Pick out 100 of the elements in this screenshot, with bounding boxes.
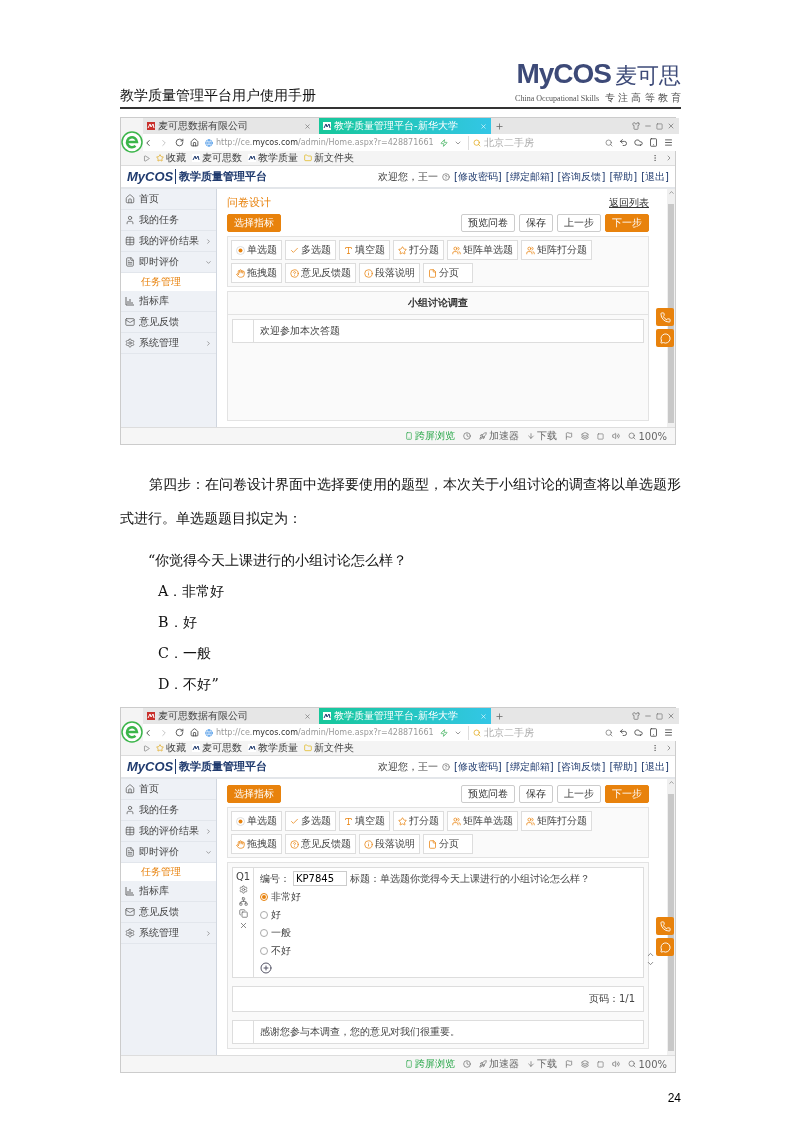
chat-button[interactable] bbox=[656, 329, 674, 347]
close-icon[interactable] bbox=[666, 712, 675, 720]
question-type-button[interactable]: 多选题 bbox=[285, 240, 336, 260]
sidebar-item[interactable]: 意见反馈 bbox=[121, 312, 216, 333]
accelerator-link[interactable]: 加速器 bbox=[479, 1057, 520, 1071]
maximize-icon[interactable] bbox=[655, 122, 663, 130]
history-icon[interactable] bbox=[463, 432, 472, 440]
help-icon[interactable] bbox=[441, 172, 450, 181]
window-icon[interactable] bbox=[597, 1060, 605, 1068]
sidebar-item[interactable]: 我的评价结果 bbox=[121, 821, 216, 842]
bookmark-link[interactable]: 教学质量 bbox=[248, 741, 298, 755]
sidebar-item[interactable]: 首页 bbox=[121, 779, 216, 800]
lightning-icon[interactable] bbox=[439, 138, 448, 147]
header-link[interactable]: [修改密码] bbox=[453, 759, 502, 774]
home-icon[interactable] bbox=[190, 138, 199, 147]
header-link[interactable]: [修改密码] bbox=[453, 169, 502, 184]
browser-logo-icon[interactable] bbox=[121, 720, 143, 743]
bookmark-link[interactable]: 新文件夹 bbox=[304, 741, 354, 755]
question-type-button[interactable]: 打分题 bbox=[393, 240, 444, 260]
sidebar-item[interactable]: 指标库 bbox=[121, 291, 216, 312]
sidebar-item[interactable]: 我的任务 bbox=[121, 210, 216, 231]
new-tab-icon[interactable] bbox=[495, 711, 504, 721]
history-icon[interactable] bbox=[463, 1060, 472, 1068]
maximize-icon[interactable] bbox=[655, 712, 663, 720]
action-button[interactable]: 保存 bbox=[519, 214, 553, 232]
menu-icon[interactable] bbox=[663, 138, 673, 147]
code-field[interactable]: KP7845 bbox=[293, 871, 347, 886]
tablet-icon[interactable] bbox=[648, 728, 658, 737]
header-link[interactable]: [绑定邮箱] bbox=[505, 759, 554, 774]
home-icon[interactable] bbox=[190, 728, 199, 737]
hierarchy-icon[interactable] bbox=[238, 897, 248, 906]
settings-icon[interactable] bbox=[238, 885, 248, 894]
minimize-icon[interactable] bbox=[643, 122, 652, 130]
action-button[interactable]: 上一步 bbox=[557, 214, 601, 232]
question-type-button[interactable]: 拖拽题 bbox=[231, 834, 282, 854]
help-icon[interactable] bbox=[441, 762, 450, 771]
phone-button[interactable] bbox=[656, 308, 674, 326]
scroll-up-icon[interactable] bbox=[667, 779, 675, 786]
cloud-icon[interactable] bbox=[633, 728, 643, 737]
volume-icon[interactable] bbox=[612, 1060, 621, 1068]
question-type-button[interactable]: 拖拽题 bbox=[231, 263, 282, 283]
reload-icon[interactable] bbox=[175, 138, 184, 147]
forward-icon[interactable] bbox=[159, 727, 169, 738]
question-type-button[interactable]: 段落说明 bbox=[359, 263, 420, 283]
question-type-button[interactable]: 矩阵单选题 bbox=[447, 811, 518, 831]
skin-icon[interactable] bbox=[631, 712, 640, 720]
header-link[interactable]: [帮助] bbox=[609, 759, 638, 774]
sidebar-item[interactable]: 我的评价结果 bbox=[121, 231, 216, 252]
back-icon[interactable] bbox=[143, 137, 153, 148]
action-button[interactable]: 保存 bbox=[519, 785, 553, 803]
header-link[interactable]: [退出] bbox=[641, 759, 669, 774]
question-type-button[interactable]: 单选题 bbox=[231, 811, 282, 831]
sidebar-item[interactable]: 指标库 bbox=[121, 881, 216, 902]
copy-icon[interactable] bbox=[238, 909, 248, 918]
question-type-button[interactable]: 填空题 bbox=[339, 811, 390, 831]
chat-button[interactable] bbox=[656, 938, 674, 956]
question-type-button[interactable]: 段落说明 bbox=[359, 834, 420, 854]
layers-icon[interactable] bbox=[581, 1060, 590, 1068]
bookmark-link[interactable]: 教学质量 bbox=[248, 151, 298, 165]
back-link[interactable]: 返回列表 bbox=[609, 196, 649, 210]
question-type-button[interactable]: 分页 bbox=[423, 834, 473, 854]
header-link[interactable]: [绑定邮箱] bbox=[505, 169, 554, 184]
question-type-button[interactable]: 矩阵单选题 bbox=[447, 240, 518, 260]
new-tab-icon[interactable] bbox=[495, 121, 504, 131]
minimize-icon[interactable] bbox=[643, 712, 652, 720]
bookmark-link[interactable]: 收藏 bbox=[156, 151, 186, 165]
skin-icon[interactable] bbox=[631, 122, 640, 130]
zoom-level[interactable]: 100% bbox=[628, 430, 667, 442]
tablet-icon[interactable] bbox=[648, 138, 658, 147]
action-button[interactable]: 预览问卷 bbox=[461, 785, 515, 803]
zoom-level[interactable]: 100% bbox=[628, 1058, 667, 1070]
question-type-button[interactable]: 单选题 bbox=[231, 240, 282, 260]
menu-icon[interactable] bbox=[663, 728, 673, 737]
delete-icon[interactable] bbox=[238, 921, 248, 930]
scroll-up-icon[interactable] bbox=[667, 189, 675, 196]
undo-icon[interactable] bbox=[618, 728, 628, 737]
sidebar-item[interactable]: 系统管理 bbox=[121, 333, 216, 354]
sidebar-item[interactable]: 系统管理 bbox=[121, 923, 216, 944]
radio-button[interactable] bbox=[260, 893, 268, 901]
sidebar-item[interactable]: 意见反馈 bbox=[121, 902, 216, 923]
sidebar-toggle-icon[interactable] bbox=[143, 744, 150, 752]
layers-icon[interactable] bbox=[581, 432, 590, 440]
close-icon[interactable] bbox=[666, 122, 675, 130]
question-type-button[interactable]: 矩阵打分题 bbox=[521, 240, 592, 260]
flag-icon[interactable] bbox=[565, 1060, 574, 1068]
question-type-button[interactable]: 矩阵打分题 bbox=[521, 811, 592, 831]
flag-icon[interactable] bbox=[565, 432, 574, 440]
forward-icon[interactable] bbox=[159, 137, 169, 148]
question-type-button[interactable]: 分页 bbox=[423, 263, 473, 283]
browser-logo-icon[interactable] bbox=[121, 130, 143, 153]
download-link[interactable]: 下载 bbox=[527, 429, 558, 443]
lightning-icon[interactable] bbox=[439, 728, 448, 737]
header-link[interactable]: [咨询反馈] bbox=[557, 759, 606, 774]
header-link[interactable]: [退出] bbox=[641, 169, 669, 184]
header-link[interactable]: [帮助] bbox=[609, 169, 638, 184]
download-link[interactable]: 下载 bbox=[527, 1057, 558, 1071]
question-type-button[interactable]: 多选题 bbox=[285, 811, 336, 831]
question-type-button[interactable]: 意见反馈题 bbox=[285, 263, 356, 283]
add-option-icon[interactable] bbox=[260, 962, 272, 974]
window-icon[interactable] bbox=[597, 432, 605, 440]
